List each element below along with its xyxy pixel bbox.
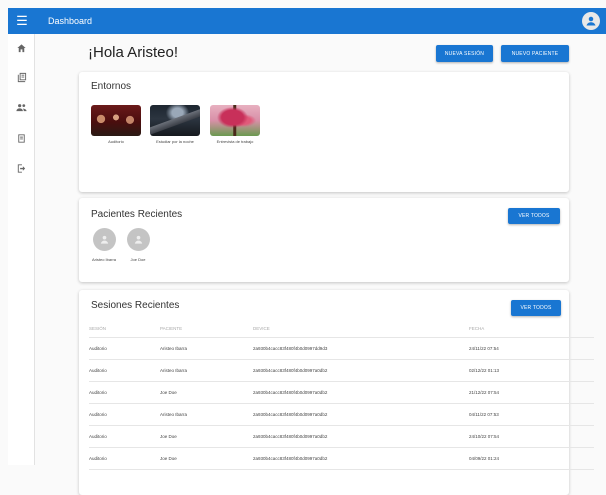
date-cell: 24/10/22 07:54: [469, 425, 594, 448]
patient-item[interactable]: Joe Doe: [123, 228, 153, 262]
device-cell: 2a930b4cacc83f480f4b0d0997dd9d3: [253, 337, 469, 360]
session-cell: Auditorio: [89, 359, 160, 382]
sessions-table: Sesión Paciente Device Fecha Auditorio A…: [89, 320, 594, 470]
menu-icon[interactable]: ☰: [8, 8, 36, 34]
table-header-row: Sesión Paciente Device Fecha: [89, 320, 594, 338]
patient-cell: Joe Doe: [160, 447, 253, 470]
sidebar: [8, 34, 35, 465]
column-header: Device: [253, 320, 469, 338]
date-cell: 02/12/22 01:13: [469, 359, 594, 382]
view-all-patients-button[interactable]: Ver todos: [508, 208, 560, 224]
environment-item[interactable]: Entrevista de trabajo: [210, 105, 260, 144]
patient-cell: Aristeo Ibarra: [160, 359, 253, 382]
app-title: Dashboard: [48, 16, 93, 26]
recent-patients-title: Pacientes Recientes: [91, 209, 183, 220]
environments-title: Entornos: [91, 81, 132, 92]
people-icon[interactable]: [15, 101, 28, 114]
session-cell: Auditorio: [89, 425, 160, 448]
device-cell: 2a930b4cacc83f480f4b0d0997a0db2: [253, 425, 469, 448]
recent-sessions-card: Sesiones Recientes Ver todos Sesión Paci…: [79, 290, 594, 495]
patient-cell: Joe Doe: [160, 425, 253, 448]
recent-patients-card: Pacientes Recientes Ver todos Aristeo Ib…: [79, 198, 569, 282]
table-row[interactable]: Auditorio Aristeo Ibarra 2a930b4cacc83f4…: [89, 337, 594, 360]
main-content: ¡Hola Aristeo! Nueva sesión Nuevo pacien…: [35, 34, 606, 495]
environments-card: Entornos Auditorio Estudiar por la noche…: [79, 72, 569, 192]
environment-thumbnail: [210, 105, 260, 136]
patient-name: Aristeo Ibarra: [91, 257, 116, 262]
device-cell: 2a930b4cacc83f480f4b0d0997a0db2: [253, 359, 469, 382]
device-cell: 2a930b4cacc83f480f4b0d0997a0db2: [253, 447, 469, 470]
environment-label: Entrevista de trabajo: [216, 139, 254, 144]
new-patient-button[interactable]: Nuevo paciente: [501, 45, 569, 62]
column-header: Fecha: [469, 320, 594, 338]
logout-icon[interactable]: [15, 162, 28, 175]
environment-thumbnail: [91, 105, 141, 136]
environment-item[interactable]: Estudiar por la noche: [150, 105, 200, 144]
recent-sessions-title: Sesiones Recientes: [91, 300, 180, 311]
table-row[interactable]: Auditorio Joe Doe 2a930b4cacc83f480f4b0d…: [89, 447, 594, 470]
app-bar: ☰ Dashboard: [8, 8, 606, 34]
view-all-sessions-button[interactable]: Ver todos: [511, 300, 561, 316]
column-header: Paciente: [160, 320, 253, 338]
session-cell: Auditorio: [89, 403, 160, 426]
date-cell: 04/09/22 01:24: [469, 447, 594, 470]
patient-cell: Aristeo Ibarra: [160, 337, 253, 360]
date-cell: 21/12/22 07:54: [469, 381, 594, 404]
environment-label: Estudiar por la noche: [156, 139, 194, 144]
table-row[interactable]: Auditorio Joe Doe 2a930b4cacc83f480f4b0d…: [89, 425, 594, 448]
date-cell: 04/11/22 07:53: [469, 403, 594, 426]
account-circle-icon[interactable]: [582, 12, 600, 30]
environment-thumbnail: [150, 105, 200, 136]
table-row[interactable]: Auditorio Aristeo Ibarra 2a930b4cacc83f4…: [89, 359, 594, 382]
sessions-icon[interactable]: [15, 132, 28, 145]
new-session-button[interactable]: Nueva sesión: [436, 45, 493, 62]
column-header: Sesión: [89, 320, 160, 338]
device-cell: 2a930b4cacc83f480f4b0d0997a0db2: [253, 403, 469, 426]
session-cell: Auditorio: [89, 447, 160, 470]
session-cell: Auditorio: [89, 381, 160, 404]
home-icon[interactable]: [15, 42, 28, 55]
patient-cell: Aristeo Ibarra: [160, 403, 253, 426]
table-row[interactable]: Auditorio Aristeo Ibarra 2a930b4cacc83f4…: [89, 403, 594, 426]
environment-label: Auditorio: [108, 139, 124, 144]
session-cell: Auditorio: [89, 337, 160, 360]
environment-item[interactable]: Auditorio: [91, 105, 141, 144]
patient-cell: Joe Doe: [160, 381, 253, 404]
date-cell: 24/11/22 07:54: [469, 337, 594, 360]
patient-name: Joe Doe: [130, 257, 146, 262]
avatar: [126, 228, 150, 251]
device-cell: 2a930b4cacc83f480f4b0d0997a0db2: [253, 381, 469, 404]
library-icon[interactable]: [15, 71, 28, 84]
table-row[interactable]: Auditorio Joe Doe 2a930b4cacc83f480f4b0d…: [89, 381, 594, 404]
patient-item[interactable]: Aristeo Ibarra: [89, 228, 119, 262]
avatar: [92, 228, 116, 251]
page-title: ¡Hola Aristeo!: [88, 44, 179, 61]
